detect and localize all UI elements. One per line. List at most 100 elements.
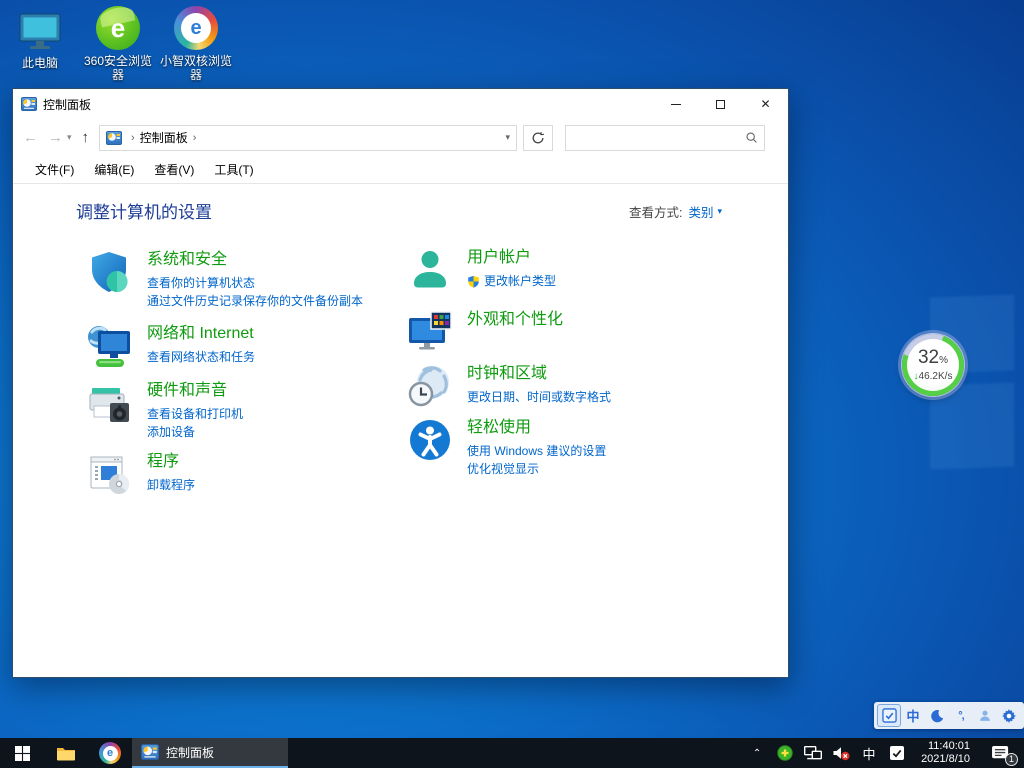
tray-network-icon[interactable]: [801, 738, 825, 768]
folder-icon: [56, 745, 76, 761]
category-item: 程序卸载程序: [86, 450, 398, 498]
action-center-button[interactable]: 1: [982, 738, 1020, 768]
category-task-link[interactable]: 使用 Windows 建议的设置: [467, 442, 606, 460]
category-title-link[interactable]: 时钟和区域: [467, 363, 611, 385]
title-bar[interactable]: 控制面板 ✕: [13, 89, 788, 119]
menu-item-2[interactable]: 查看(V): [144, 157, 204, 182]
address-bar[interactable]: › 控制面板 › ▾: [99, 125, 517, 151]
category-task-link[interactable]: 查看你的计算机状态: [147, 274, 363, 292]
control-panel-icon: [106, 130, 122, 146]
desktop-icon-label: 360安全浏览器: [80, 54, 156, 82]
taskbar-clock[interactable]: 11:40:01 2021/8/10: [913, 740, 978, 766]
clock-time: 11:40:01: [921, 740, 970, 753]
browser-button[interactable]: e: [88, 738, 132, 768]
category-title-link[interactable]: 硬件和声音: [147, 380, 243, 402]
close-button[interactable]: ✕: [743, 89, 788, 119]
category-task-link[interactable]: 添加设备: [147, 423, 243, 441]
minimize-button[interactable]: [653, 89, 698, 119]
refresh-icon: [531, 131, 545, 145]
ime-user-button[interactable]: [974, 705, 996, 726]
view-by-value[interactable]: 类别: [688, 202, 713, 221]
category-task-link[interactable]: 卸载程序: [147, 476, 195, 494]
search-icon: [745, 131, 758, 144]
window-title: 控制面板: [43, 96, 91, 113]
category-item: 硬件和声音查看设备和打印机添加设备: [86, 379, 398, 441]
tray-360-icon[interactable]: [773, 738, 797, 768]
tray-expand-button[interactable]: ⌃: [745, 738, 769, 768]
category-title-link[interactable]: 程序: [147, 451, 195, 473]
programs-category-icon[interactable]: [86, 450, 134, 498]
ease-category-icon[interactable]: [406, 416, 454, 464]
menu-item-3[interactable]: 工具(T): [204, 157, 263, 182]
taskbar-item-control-panel[interactable]: 控制面板: [132, 738, 288, 768]
clock-category-icon[interactable]: [406, 362, 454, 410]
moon-icon: [930, 709, 944, 723]
tray-input-indicator[interactable]: 中: [857, 738, 881, 768]
system-tray: ⌃ 中 11:40:01 2021/8/10 1: [745, 738, 1024, 768]
maximize-button[interactable]: [698, 89, 743, 119]
up-button[interactable]: ↑: [82, 129, 90, 146]
ime-chinese-mode-button[interactable]: 中: [902, 705, 924, 726]
category-item: 系统和安全查看你的计算机状态通过文件历史记录保存你的文件备份副本: [86, 248, 398, 310]
window-content: 调整计算机的设置 查看方式: 类别 ▾ 系统和安全查看你的计算机状态通过文件历史…: [13, 184, 788, 677]
chinese-mode-label: 中: [906, 706, 919, 725]
wallpaper-logo-pane: [930, 383, 1014, 470]
category-item: 用户帐户更改帐户类型: [406, 246, 756, 294]
menu-bar: 文件(F)编辑(E)查看(V)工具(T): [13, 156, 788, 184]
uac-shield-icon: [467, 275, 480, 288]
desktop-icon-label: 小智双核浏览器: [158, 54, 234, 82]
control-panel-icon: [21, 96, 37, 112]
shield-category-icon[interactable]: [86, 248, 134, 296]
file-explorer-button[interactable]: [44, 738, 88, 768]
view-by-control: 查看方式: 类别 ▾: [629, 202, 722, 221]
refresh-button[interactable]: [523, 125, 553, 151]
category-task-link[interactable]: 更改帐户类型: [467, 272, 556, 290]
history-dropdown-icon[interactable]: ▾: [67, 132, 72, 143]
control-panel-window: 控制面板 ✕ ← → ▾ ↑ › 控制面板 › ▾: [12, 88, 789, 678]
category-title-link[interactable]: 网络和 Internet: [147, 323, 255, 345]
menu-item-1[interactable]: 编辑(E): [84, 157, 144, 182]
address-dropdown-icon[interactable]: ▾: [506, 132, 511, 143]
search-input[interactable]: [572, 131, 745, 145]
category-task-link[interactable]: 查看网络状态和任务: [147, 348, 255, 366]
category-title-link[interactable]: 外观和个性化: [467, 309, 563, 331]
view-by-caret-icon[interactable]: ▾: [718, 206, 723, 217]
category-item: 时钟和区域更改日期、时间或数字格式: [406, 362, 756, 410]
navigation-bar: ← → ▾ ↑ › 控制面板 › ▾: [13, 119, 788, 156]
category-title-link[interactable]: 系统和安全: [147, 249, 363, 271]
category-task-link[interactable]: 更改日期、时间或数字格式: [467, 388, 611, 406]
browser-icon: e: [99, 742, 121, 764]
back-button[interactable]: ←: [23, 129, 38, 146]
desktop-icon-this-pc[interactable]: 此电脑: [2, 6, 78, 70]
category-column-left: 系统和安全查看你的计算机状态通过文件历史记录保存你的文件备份副本网络和 Inte…: [86, 248, 398, 510]
category-task-link[interactable]: 通过文件历史记录保存你的文件备份副本: [147, 292, 363, 310]
start-button[interactable]: [0, 738, 44, 768]
category-title-link[interactable]: 轻松使用: [467, 417, 606, 439]
tray-volume-muted-icon[interactable]: [829, 738, 853, 768]
breadcrumb-separator: ›: [131, 132, 135, 144]
personalization-category-icon[interactable]: [406, 308, 454, 356]
ime-punctuation-button[interactable]: °,: [950, 705, 972, 726]
search-box[interactable]: [565, 125, 765, 151]
control-panel-icon: [141, 743, 159, 761]
speed-ball-widget[interactable]: 32% ↓46.2K/s: [902, 334, 964, 396]
tray-ime-check-icon[interactable]: [885, 738, 909, 768]
desktop-icon-360-browser[interactable]: e 360安全浏览器: [80, 4, 156, 82]
breadcrumb-control-panel[interactable]: 控制面板: [140, 129, 188, 146]
category-title-link[interactable]: 用户帐户: [467, 247, 556, 269]
ime-state-button[interactable]: [878, 705, 900, 726]
input-indicator-label: 中: [863, 744, 876, 763]
page-title: 调整计算机的设置: [76, 198, 212, 223]
menu-item-0[interactable]: 文件(F): [25, 157, 84, 182]
ime-toolbar: 中 °,: [874, 702, 1024, 729]
user-category-icon[interactable]: [406, 246, 454, 294]
desktop-icon-xiaozhi-browser[interactable]: e 小智双核浏览器: [158, 4, 234, 82]
ime-fullwidth-button[interactable]: [926, 705, 948, 726]
hardware-category-icon[interactable]: [86, 379, 134, 427]
network-category-icon[interactable]: [86, 322, 134, 370]
category-task-link[interactable]: 查看设备和打印机: [147, 405, 243, 423]
forward-button[interactable]: →: [48, 129, 63, 146]
ime-settings-button[interactable]: [998, 705, 1020, 726]
360-browser-icon: e: [80, 4, 156, 50]
category-task-link[interactable]: 优化视觉显示: [467, 460, 606, 478]
